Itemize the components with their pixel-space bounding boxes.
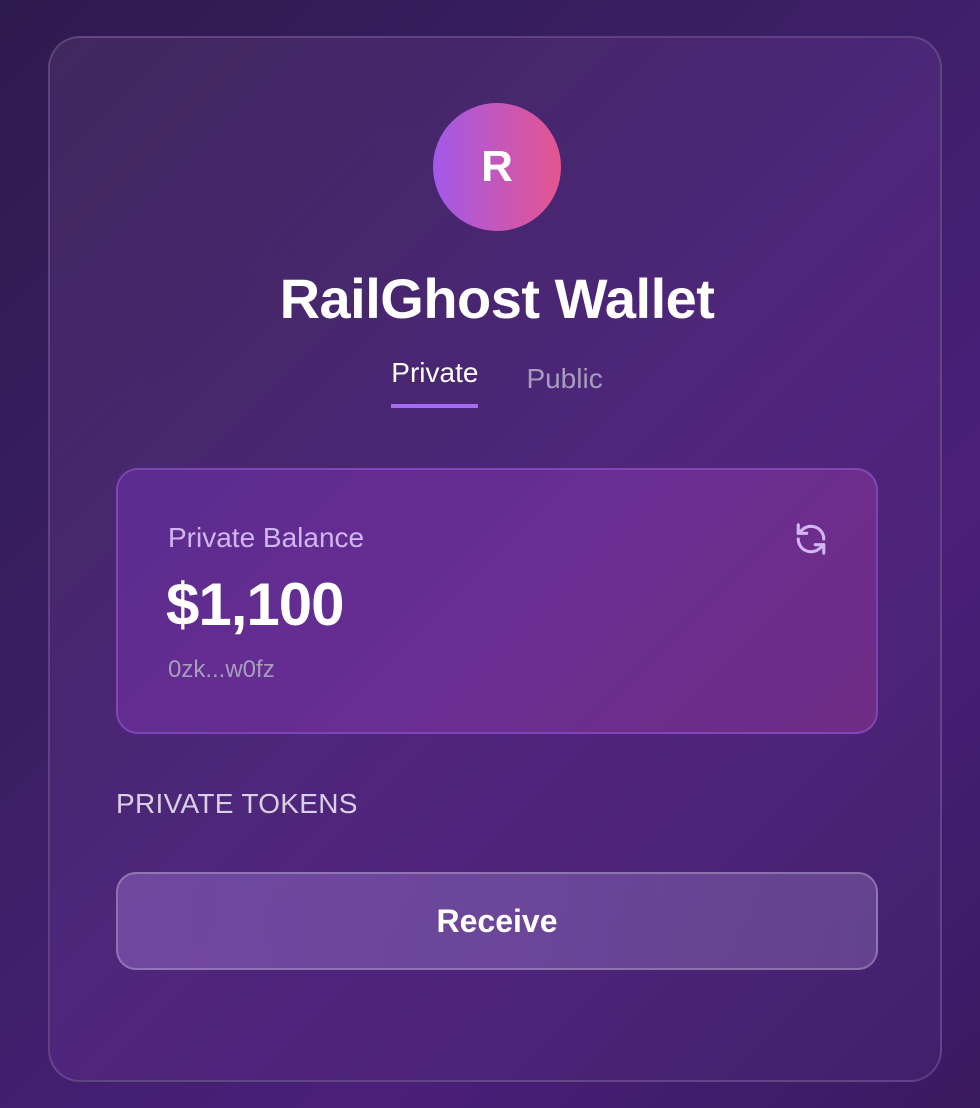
avatar: R: [433, 103, 561, 231]
page-title: RailGhost Wallet: [279, 267, 715, 330]
balance-value: $1,100: [166, 571, 345, 638]
section-title-private-tokens: PRIVATE TOKENS: [116, 788, 358, 819]
avatar-initial: R: [481, 142, 513, 191]
tab-private[interactable]: Private: [391, 354, 479, 408]
balance-card: Private Balance $1,100 0zk...w0fz: [116, 468, 878, 734]
refresh-icon[interactable]: [794, 522, 828, 556]
wallet-address: 0zk...w0fz: [168, 656, 275, 683]
receive-button[interactable]: Receive: [116, 872, 878, 970]
tab-bar: Private Public: [50, 354, 944, 408]
wallet-card: R RailGhost Wallet Private Public Privat…: [48, 36, 942, 1082]
tab-public[interactable]: Public: [526, 354, 602, 408]
balance-label: Private Balance: [168, 522, 365, 553]
